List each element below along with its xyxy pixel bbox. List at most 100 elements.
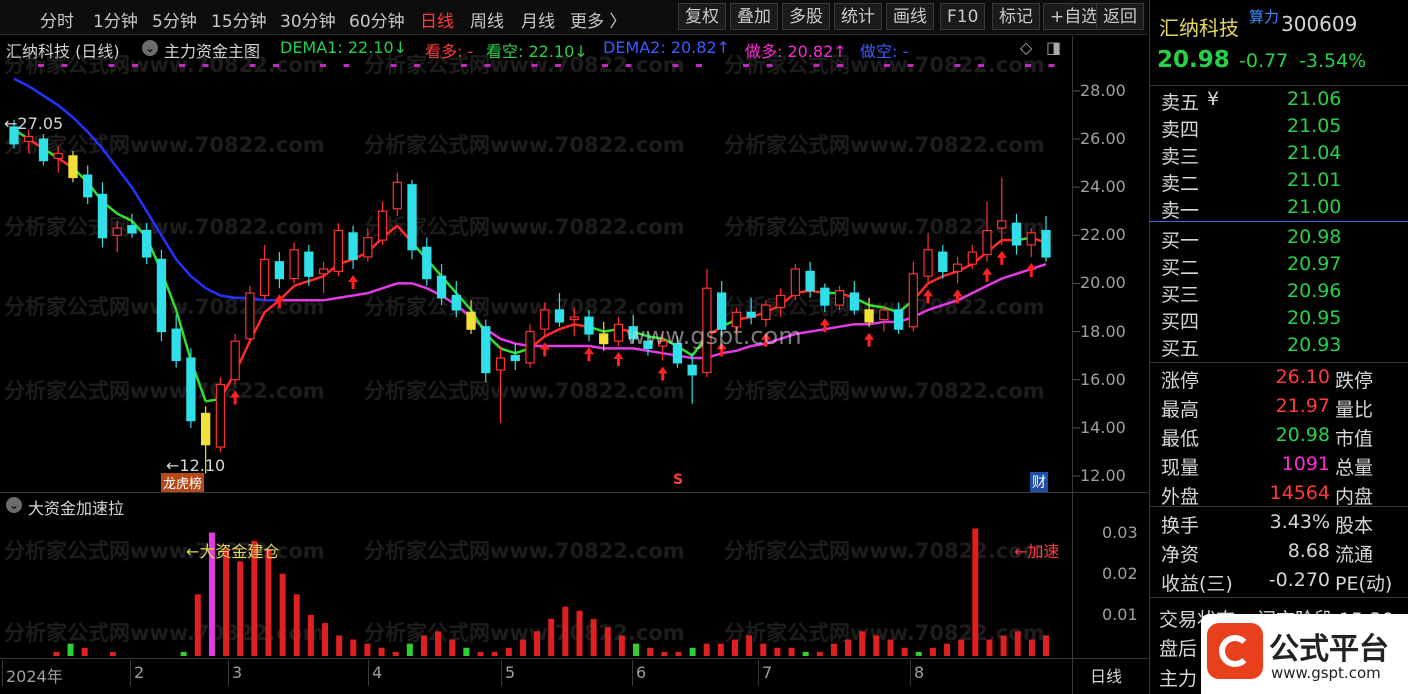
stat-label-right: 市值	[1335, 428, 1374, 450]
volume-bar	[81, 647, 88, 656]
bid-row-label: 买四	[1161, 311, 1200, 333]
volume-bar	[237, 561, 244, 656]
ask-row-price[interactable]: 21.05	[1287, 115, 1341, 137]
dema1-line-segment	[942, 270, 958, 278]
kline-chart[interactable]: 分析家公式网www.70822.com 分析家公式网www.70822.com 分析…	[0, 0, 1148, 694]
candle-body	[893, 309, 904, 330]
signal-dot	[1025, 64, 1031, 67]
signal-dot	[202, 64, 209, 67]
candle-body	[982, 229, 992, 256]
ask-row-price[interactable]: 21.00	[1287, 196, 1341, 218]
price-tick: 20.00	[1080, 273, 1126, 293]
volume-bar	[788, 647, 795, 656]
stat-value: -0.270	[1268, 569, 1330, 591]
time-axis-divider	[0, 658, 1148, 659]
bid-row-price[interactable]: 20.93	[1287, 334, 1341, 356]
ask-row-price[interactable]: 21.06	[1287, 88, 1341, 110]
candle-body	[112, 227, 122, 236]
volume-bar	[463, 647, 470, 656]
volume-bar	[279, 573, 286, 656]
stat-label: 最低	[1161, 428, 1200, 450]
stat-label: 外盘	[1161, 486, 1200, 508]
panhou-label: 盘后	[1159, 638, 1198, 660]
volume-bar	[590, 618, 597, 656]
signal-dot	[837, 64, 843, 67]
volume-bar	[647, 647, 654, 656]
bid-row-price[interactable]: 20.96	[1287, 280, 1341, 302]
ask-row-price[interactable]: 21.04	[1287, 142, 1341, 164]
stat-label: 现量	[1161, 457, 1200, 479]
center-watermark: www.gspt.com	[626, 322, 802, 350]
ask-row-label: 卖二	[1161, 173, 1200, 195]
ask-row-price[interactable]: 21.01	[1287, 169, 1341, 191]
dema2-line-blue	[13, 77, 280, 302]
quote-stock-name: 汇纳科技	[1159, 16, 1239, 40]
volume-bar	[746, 635, 753, 656]
accel-annotation: ←加速	[1014, 542, 1060, 561]
signal-dot	[555, 64, 561, 67]
candle-body	[834, 290, 845, 306]
build-annotation: ←大资金建仓	[186, 542, 280, 561]
sub-chevron-icon[interactable]: ⌄	[6, 497, 22, 513]
stat-value: 1091	[1281, 453, 1330, 475]
volume-bar	[194, 594, 201, 656]
candle-body	[510, 355, 520, 362]
time-tick-mark	[758, 660, 759, 686]
divider	[1149, 362, 1408, 363]
candle-body	[97, 193, 108, 239]
quote-panel: 汇纳科技 算力 300609 20.98 -0.77 -3.54% 卖五 21.0…	[1149, 0, 1408, 694]
bid-row-price[interactable]: 20.97	[1287, 253, 1341, 275]
time-tick: 4	[372, 663, 383, 682]
stat-label: 换手	[1161, 515, 1200, 537]
buy-arrow-icon	[982, 267, 993, 282]
volume-bar	[618, 635, 625, 656]
volume-bar	[1043, 635, 1049, 656]
volume-bar	[972, 528, 979, 656]
volume-bar	[845, 639, 852, 656]
watermark-text: 分析家公式网www.70822.com	[4, 215, 325, 239]
sub-tick: 0.03	[1102, 522, 1138, 542]
buy-arrow-icon	[864, 332, 875, 347]
sub-indicator-name[interactable]: 大资金加速拉	[28, 495, 124, 519]
candle-body	[761, 304, 771, 321]
period-tag[interactable]: 日线	[1090, 663, 1122, 687]
dema1-line-segment	[927, 275, 944, 285]
time-tick-mark	[228, 660, 229, 686]
s-badge[interactable]: S	[673, 472, 683, 488]
bid-row-price[interactable]: 20.98	[1287, 226, 1341, 248]
watermark-text: 分析家公式网www.70822.com	[364, 295, 685, 319]
cai-badge[interactable]: 财	[1030, 472, 1048, 492]
volume-bar	[336, 635, 343, 656]
candle-body	[908, 273, 918, 328]
signal-dot	[884, 64, 890, 67]
volume-bar	[1014, 631, 1021, 656]
signal-dot	[38, 64, 44, 67]
time-tick-mark	[910, 660, 911, 686]
bid-row-label: 买三	[1161, 284, 1200, 306]
price-tick: 22.00	[1080, 225, 1126, 245]
volume-bar	[633, 643, 640, 656]
signal-dot	[343, 64, 350, 67]
divider	[1149, 506, 1408, 507]
buy-arrow-icon	[1026, 262, 1037, 277]
candle-body	[318, 268, 329, 275]
volume-bar	[816, 651, 823, 656]
volume-bar	[420, 635, 427, 656]
rmb-icon: ¥	[1207, 88, 1220, 110]
candle-body	[24, 136, 34, 143]
bid-row-label: 买二	[1161, 257, 1200, 279]
signal-dot	[907, 64, 914, 67]
ask-row-label: 卖一	[1161, 200, 1200, 222]
suanli-tag[interactable]: 算力	[1249, 6, 1279, 27]
candle-body	[142, 229, 152, 258]
signal-dot	[813, 64, 820, 67]
candle-body	[230, 340, 240, 381]
divider	[1149, 85, 1408, 86]
longhu-badge[interactable]: 龙虎榜	[161, 473, 205, 492]
candle-body	[525, 330, 535, 364]
volume-bar	[887, 639, 894, 656]
signal-dot	[132, 64, 138, 67]
volume-bar	[661, 651, 668, 656]
bid-row-price[interactable]: 20.95	[1287, 307, 1341, 329]
watermark-text: 分析家公式网www.70822.com	[364, 53, 685, 77]
